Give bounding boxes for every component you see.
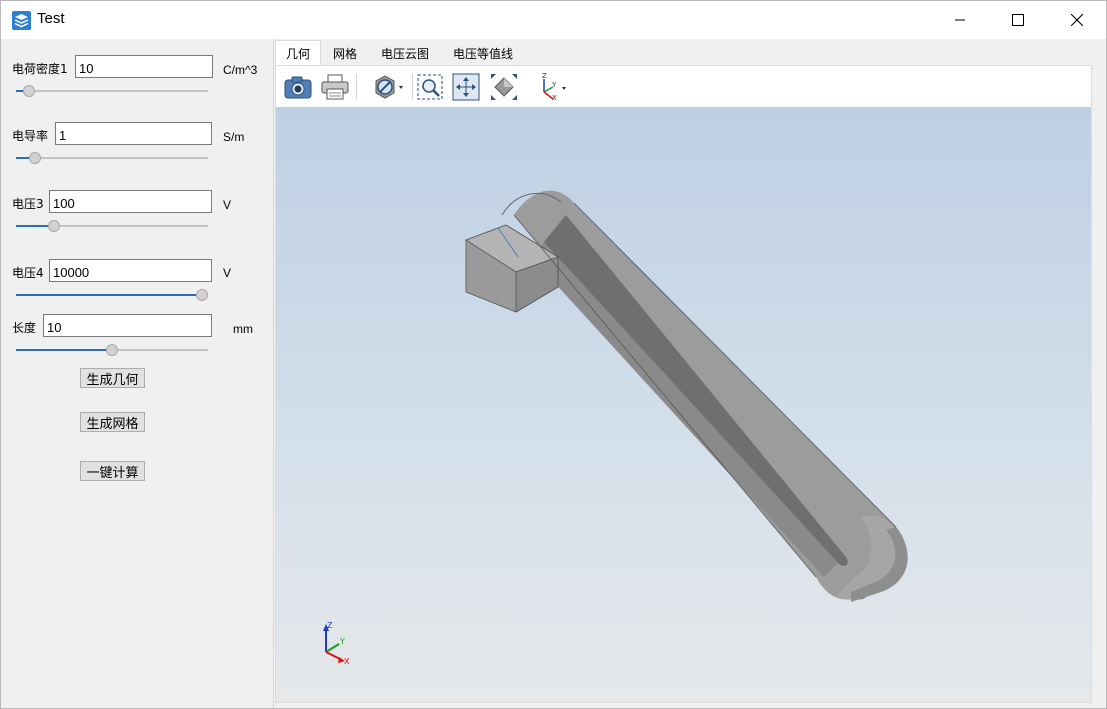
length-label: 长度: [12, 321, 37, 335]
maximize-button[interactable]: [989, 1, 1047, 39]
window-title: Test: [37, 10, 65, 27]
zoom-window-button[interactable]: [415, 71, 445, 103]
slider-thumb[interactable]: [106, 344, 118, 356]
voltage3-label: 电压3: [12, 197, 44, 211]
triad-x-label: X: [344, 657, 350, 666]
voltage3-slider[interactable]: [16, 219, 208, 233]
voltage3-input[interactable]: [49, 190, 212, 213]
display-mode-dropdown[interactable]: [368, 71, 408, 103]
one-click-compute-button[interactable]: 一键计算: [80, 461, 145, 481]
voltage4-slider[interactable]: [16, 288, 208, 302]
conductivity-unit: S/m: [223, 130, 245, 144]
toolbar-separator: [356, 74, 357, 100]
length-unit: mm: [233, 322, 253, 336]
print-button[interactable]: [318, 71, 352, 103]
tab-mesh[interactable]: 网格: [324, 41, 366, 65]
view-orientation-button[interactable]: [488, 71, 520, 103]
minimize-icon: [955, 19, 965, 21]
view-cube-icon: [491, 74, 517, 100]
toolbar-separator: [412, 74, 413, 100]
charge-density-label: 电荷密度1: [12, 62, 68, 76]
triad-y-label: Y: [339, 637, 345, 646]
voltage3-unit: V: [223, 198, 232, 212]
axis-orientation-icon: Z Y X: [542, 72, 566, 102]
close-icon: [1071, 14, 1083, 26]
voltage4-label: 电压4: [12, 266, 44, 280]
slider-thumb[interactable]: [23, 85, 36, 97]
conductivity-input[interactable]: [55, 122, 212, 145]
generate-mesh-button[interactable]: 生成网格: [80, 412, 145, 432]
triad-z-label: Z: [327, 621, 333, 630]
slider-thumb[interactable]: [48, 220, 61, 232]
conductivity-label: 电导率: [12, 129, 49, 143]
slider-fill: [16, 349, 112, 351]
printer-icon: [321, 74, 349, 100]
svg-text:X: X: [552, 94, 557, 102]
charge-density-input[interactable]: [75, 55, 213, 78]
zoom-window-icon: [417, 74, 443, 100]
axis-orientation-dropdown[interactable]: Z Y X: [534, 71, 570, 103]
generate-geometry-button[interactable]: 生成几何: [80, 368, 145, 388]
voltage4-input[interactable]: [49, 259, 212, 282]
svg-text:Y: Y: [551, 81, 557, 89]
slider-thumb[interactable]: [196, 289, 208, 301]
tab-geometry[interactable]: 几何: [275, 40, 321, 65]
model-canvas: Z Y X: [323, 190, 908, 666]
close-button[interactable]: [1048, 1, 1106, 39]
parameter-panel: 电荷密度1 C/m^3 电导率 S/m 电压3 V 电压4 V 长度 mm: [1, 39, 272, 708]
app-logo-icon: [12, 11, 31, 30]
fit-all-button[interactable]: [451, 71, 481, 103]
tab-voltage-isolines[interactable]: 电压等值线: [443, 41, 523, 65]
minimize-button[interactable]: [931, 1, 989, 39]
maximize-icon: [1012, 14, 1024, 26]
conductivity-slider[interactable]: [16, 151, 208, 165]
slotted-bar-model: [465, 190, 908, 602]
length-input[interactable]: [43, 314, 212, 337]
slider-fill: [16, 294, 202, 296]
length-slider[interactable]: [16, 343, 208, 357]
geometry-view: Z Y X Z Y X: [275, 65, 1092, 703]
voltage4-unit: V: [223, 266, 232, 280]
visibility-icon: [375, 75, 403, 99]
slider-thumb[interactable]: [29, 152, 42, 164]
title-bar: Test: [1, 1, 1106, 39]
charge-density-unit: C/m^3: [223, 63, 258, 77]
view-panel: 几何 网格 电压云图 电压等值线 Z Y X Z Y X: [273, 39, 1106, 708]
camera-icon: [284, 76, 312, 99]
screenshot-button[interactable]: [281, 71, 315, 103]
tab-voltage-contour-map[interactable]: 电压云图: [371, 41, 439, 65]
app-window: Test 电荷密度1 C/m^3 电导率 S/m 电压3 V: [0, 0, 1107, 709]
charge-density-slider[interactable]: [16, 84, 208, 98]
svg-text:Z: Z: [542, 72, 547, 80]
fit-all-icon: [452, 73, 480, 101]
tab-bar: 几何 网格 电压云图 电压等值线: [274, 39, 1107, 65]
viewer-toolbar: Z Y X: [276, 66, 1091, 107]
orientation-triad: Z Y X: [323, 621, 350, 666]
3d-viewport[interactable]: Z Y X: [276, 107, 1091, 702]
